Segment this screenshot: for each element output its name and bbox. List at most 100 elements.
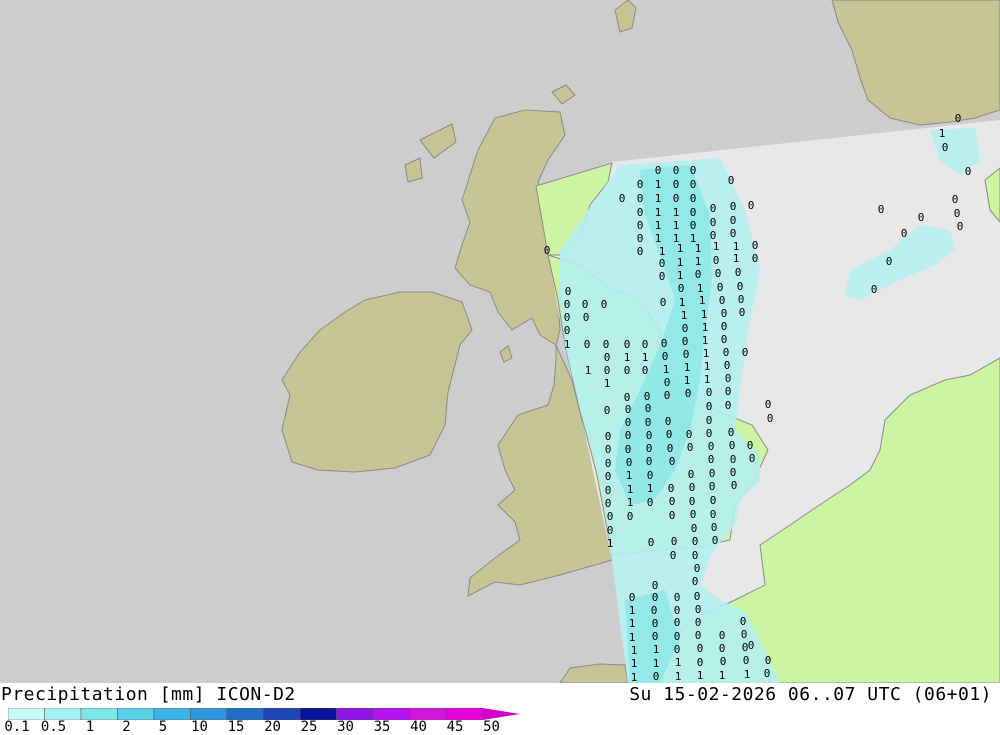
- precip-value: 0: [725, 385, 732, 398]
- precip-value: 0: [678, 282, 685, 295]
- precip-value: 0: [605, 430, 612, 443]
- precip-value: 0: [692, 535, 699, 548]
- precip-value: 0: [668, 482, 675, 495]
- precip-value: 0: [626, 456, 633, 469]
- precip-value: 0: [690, 219, 697, 232]
- precip-value: 0: [952, 193, 959, 206]
- precip-value: 0: [697, 642, 704, 655]
- precip-value: 0: [735, 266, 742, 279]
- precip-value: 0: [625, 443, 632, 456]
- precip-value: 0: [637, 219, 644, 232]
- precip-value: 0: [731, 479, 738, 492]
- precip-value: 1: [655, 192, 662, 205]
- precip-value: 0: [653, 670, 660, 683]
- precip-value: 0: [652, 617, 659, 630]
- precip-value: 0: [642, 338, 649, 351]
- precip-value: 0: [725, 372, 732, 385]
- precip-value: 0: [685, 387, 692, 400]
- precip-value: 1: [626, 469, 633, 482]
- precip-value: 0: [901, 227, 908, 240]
- precip-value: 1: [677, 269, 684, 282]
- precip-value: 0: [765, 398, 772, 411]
- precip-value: 0: [673, 192, 680, 205]
- precip-value: 1: [647, 482, 654, 495]
- precip-value: 0: [652, 630, 659, 643]
- precip-value: 0: [747, 439, 754, 452]
- precip-value: 0: [583, 311, 590, 324]
- precip-value: 0: [637, 245, 644, 258]
- precip-value: 0: [730, 453, 737, 466]
- precip-value: 1: [607, 537, 614, 550]
- precip-value: 1: [604, 377, 611, 390]
- precip-value: 0: [690, 508, 697, 521]
- precip-value: 0: [669, 495, 676, 508]
- precip-value: 1: [627, 496, 634, 509]
- precip-value: 0: [767, 412, 774, 425]
- precip-value: 1: [655, 206, 662, 219]
- precip-value: 0: [637, 192, 644, 205]
- precip-value: 0: [659, 257, 666, 270]
- precip-value: 0: [719, 629, 726, 642]
- precip-value: 1: [675, 670, 682, 683]
- precip-value: 0: [667, 442, 674, 455]
- precip-value: 1: [585, 364, 592, 377]
- precip-value: 1: [677, 256, 684, 269]
- precip-value: 0: [690, 164, 697, 177]
- precip-value: 1: [655, 232, 662, 245]
- precip-value: 0: [715, 267, 722, 280]
- precip-value: 0: [619, 192, 626, 205]
- precip-value: 0: [748, 639, 755, 652]
- precip-value: 0: [669, 509, 676, 522]
- precip-value: 0: [694, 562, 701, 575]
- precip-value: 0: [661, 337, 668, 350]
- precip-value: 1: [631, 657, 638, 670]
- precip-value: 0: [695, 268, 702, 281]
- precip-value: 0: [728, 174, 735, 187]
- precip-value: 0: [740, 615, 747, 628]
- precip-value: 0: [629, 591, 636, 604]
- precip-value: 0: [683, 348, 690, 361]
- precip-value: 0: [739, 306, 746, 319]
- precip-value: 0: [565, 285, 572, 298]
- precip-value: 1: [642, 351, 649, 364]
- precip-value: 0: [708, 440, 715, 453]
- precip-value: 1: [939, 127, 946, 140]
- precip-value: 0: [646, 455, 653, 468]
- precip-value: 0: [637, 178, 644, 191]
- precip-value: 0: [674, 630, 681, 643]
- precip-value: 0: [690, 178, 697, 191]
- precip-value: 0: [710, 216, 717, 229]
- precip-value: 0: [690, 192, 697, 205]
- precip-value: 0: [719, 642, 726, 655]
- precip-value: 0: [637, 232, 644, 245]
- precip-value: 1: [684, 361, 691, 374]
- precip-value: 0: [706, 427, 713, 440]
- precip-value: 0: [647, 496, 654, 509]
- precip-value: 1: [733, 252, 740, 265]
- precip-value: 0: [624, 338, 631, 351]
- precip-value: 1: [702, 334, 709, 347]
- precip-value: 0: [691, 522, 698, 535]
- precip-value: 0: [918, 211, 925, 224]
- precip-value: 0: [954, 207, 961, 220]
- precip-value: 0: [723, 346, 730, 359]
- precip-value: 0: [584, 338, 591, 351]
- precip-value: 1: [704, 373, 711, 386]
- precip-value: 1: [701, 308, 708, 321]
- precip-value: 0: [607, 524, 614, 537]
- precip-value: 0: [709, 467, 716, 480]
- precip-value: 0: [738, 293, 745, 306]
- precip-value: 0: [728, 426, 735, 439]
- precip-value: 1: [673, 219, 680, 232]
- precip-value: 0: [637, 206, 644, 219]
- precip-value: 0: [682, 322, 689, 335]
- precip-value: 1: [679, 296, 686, 309]
- precip-value: 0: [645, 402, 652, 415]
- precip-value: 0: [646, 442, 653, 455]
- precip-value: 0: [647, 469, 654, 482]
- precip-value: 0: [607, 510, 614, 523]
- precip-value: 1: [704, 360, 711, 373]
- precip-value: 0: [692, 575, 699, 588]
- precip-value: 0: [965, 165, 972, 178]
- precip-value: 0: [687, 441, 694, 454]
